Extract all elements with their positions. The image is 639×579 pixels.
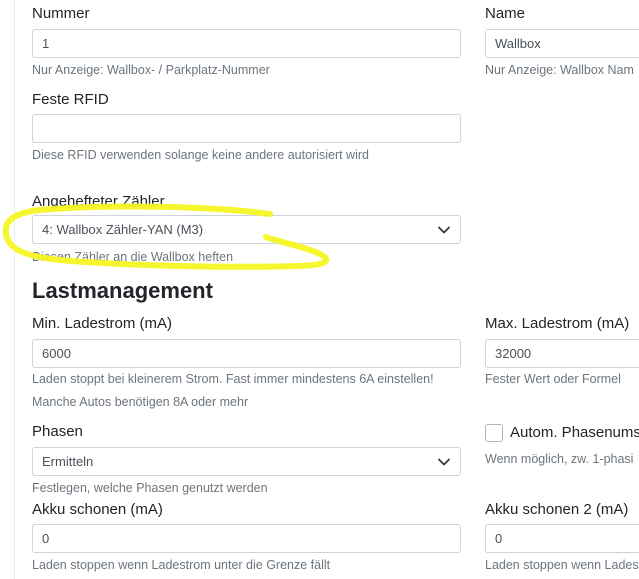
akku2-help: Laden stoppen wenn Lades — [485, 558, 639, 572]
settings-page: Nummer 1 Nur Anzeige: Wallbox- / Parkpla… — [0, 0, 639, 579]
left-border — [14, 0, 15, 579]
auto-phase-checkbox[interactable] — [485, 424, 503, 442]
akku2-input[interactable]: 0 — [485, 524, 639, 553]
chevron-down-icon — [438, 226, 450, 234]
rfid-label: Feste RFID — [32, 91, 109, 108]
phases-help: Festlegen, welche Phasen genutzt werden — [32, 481, 268, 495]
section-heading: Lastmanagement — [32, 278, 213, 303]
akku2-label: Akku schonen 2 (mA) — [485, 501, 629, 518]
akku1-input[interactable]: 0 — [32, 524, 461, 553]
max-current-help: Fester Wert oder Formel — [485, 372, 621, 386]
phases-label: Phasen — [32, 423, 83, 440]
max-current-input[interactable]: 32000 — [485, 339, 639, 368]
min-current-help: Laden stoppt bei kleinerem Strom. Fast i… — [32, 372, 434, 386]
nummer-label: Nummer — [32, 5, 90, 22]
phases-select-value: Ermitteln — [42, 454, 94, 469]
rfid-input[interactable] — [32, 114, 461, 143]
meter-label: Angehefteter Zähler — [32, 193, 165, 210]
akku1-help: Laden stoppen wenn Ladestrom unter die G… — [32, 558, 331, 572]
nummer-help: Nur Anzeige: Wallbox- / Parkplatz-Nummer — [32, 63, 270, 77]
name-input[interactable]: Wallbox — [485, 29, 639, 58]
max-current-label: Max. Ladestrom (mA) — [485, 315, 630, 332]
meter-help: Diesen Zähler an die Wallbox heften — [32, 250, 234, 264]
meter-select[interactable]: 4: Wallbox Zähler-YAN (M3) — [32, 215, 461, 244]
akku1-label: Akku schonen (mA) — [32, 501, 163, 518]
phases-select[interactable]: Ermitteln — [32, 447, 461, 476]
auto-phase-label: Autom. Phasenumsc — [510, 424, 639, 441]
chevron-down-icon — [438, 458, 450, 466]
rfid-help: Diese RFID verwenden solange keine ander… — [32, 148, 369, 162]
name-help: Nur Anzeige: Wallbox Nam — [485, 63, 634, 77]
auto-phase-help: Wenn möglich, zw. 1-phasi — [485, 452, 634, 466]
nummer-input[interactable]: 1 — [32, 29, 461, 58]
meter-select-value: 4: Wallbox Zähler-YAN (M3) — [42, 222, 204, 237]
min-current-label: Min. Ladestrom (mA) — [32, 315, 173, 332]
name-label: Name — [485, 5, 526, 22]
min-current-help-2: Manche Autos benötigen 8A oder mehr — [32, 395, 249, 409]
min-current-input[interactable]: 6000 — [32, 339, 461, 368]
